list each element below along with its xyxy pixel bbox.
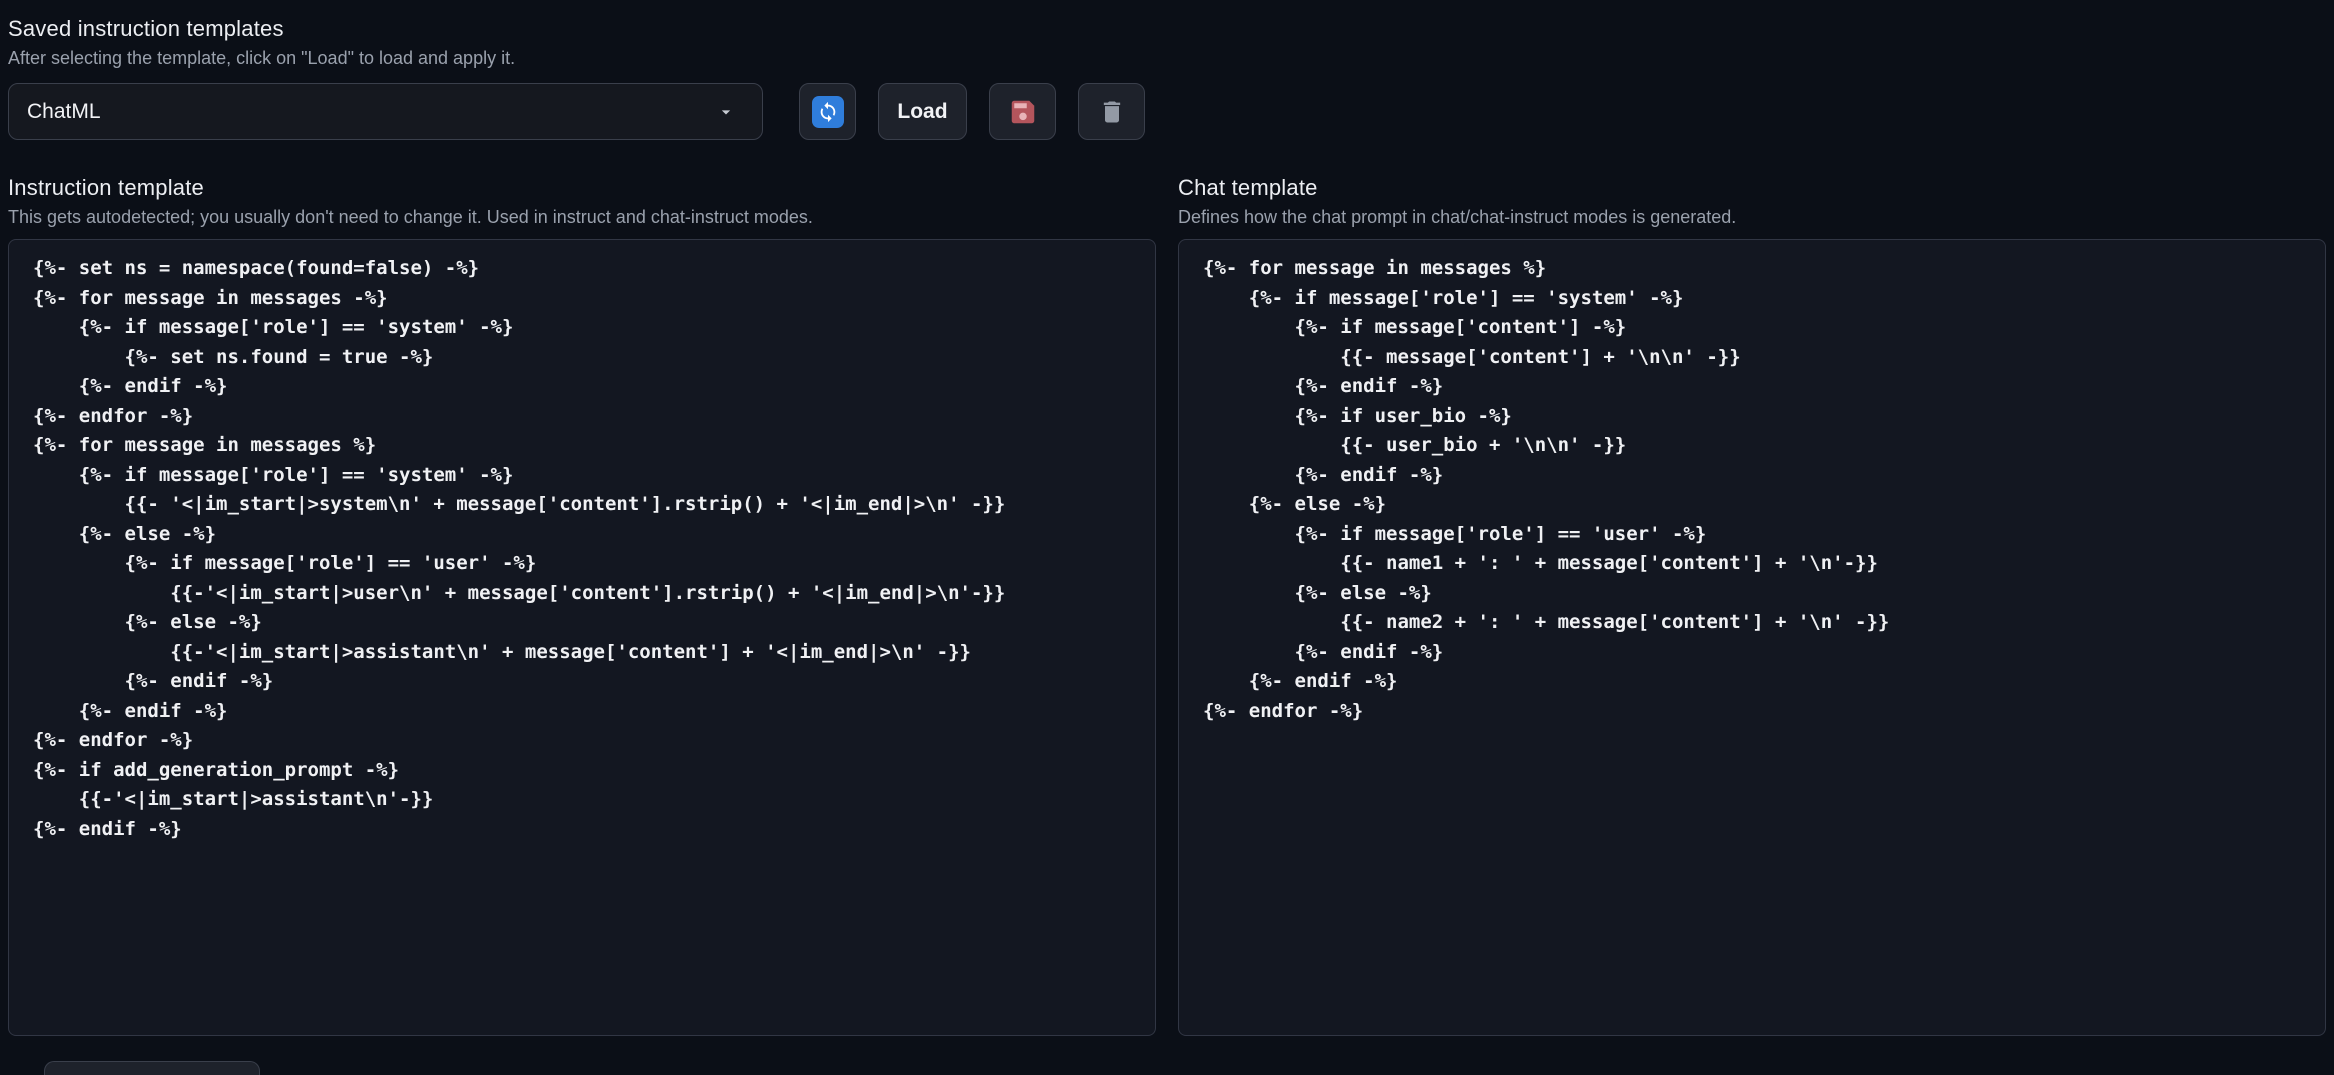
save-button[interactable] <box>989 83 1056 140</box>
template-dropdown-value: ChatML <box>27 99 101 123</box>
chat-template-subtitle: Defines how the chat prompt in chat/chat… <box>1178 207 1737 227</box>
instruction-templates-page: Saved instruction templates After select… <box>0 0 2334 1075</box>
bottom-partial-element[interactable] <box>44 1061 260 1075</box>
refresh-icon <box>811 95 844 128</box>
instruction-template-title: Instruction template <box>8 175 204 200</box>
load-button[interactable]: Load <box>878 83 967 140</box>
saved-templates-header: Saved instruction templates After select… <box>8 14 2326 140</box>
page-subtitle: After selecting the template, click on "… <box>8 48 516 68</box>
chat-template-title: Chat template <box>1178 175 1318 200</box>
page-title: Saved instruction templates <box>8 16 284 41</box>
template-controls-row: ChatML Load <box>8 83 2326 140</box>
template-columns: Instruction template This gets autodetec… <box>8 173 2326 1036</box>
delete-button[interactable] <box>1078 83 1145 140</box>
chevron-down-icon <box>716 102 736 122</box>
instruction-template-subtitle: This gets autodetected; you usually don'… <box>8 207 813 227</box>
template-dropdown[interactable]: ChatML <box>8 83 763 140</box>
instruction-template-editor[interactable]: {%- set ns = namespace(found=false) -%} … <box>8 239 1156 1036</box>
refresh-button[interactable] <box>799 83 856 140</box>
instruction-template-section: Instruction template This gets autodetec… <box>8 173 1156 1036</box>
trash-icon <box>1098 98 1126 126</box>
chat-template-editor[interactable]: {%- for message in messages %} {%- if me… <box>1178 239 2326 1036</box>
chat-template-section: Chat template Defines how the chat promp… <box>1178 173 2326 1036</box>
save-icon <box>1008 97 1038 127</box>
